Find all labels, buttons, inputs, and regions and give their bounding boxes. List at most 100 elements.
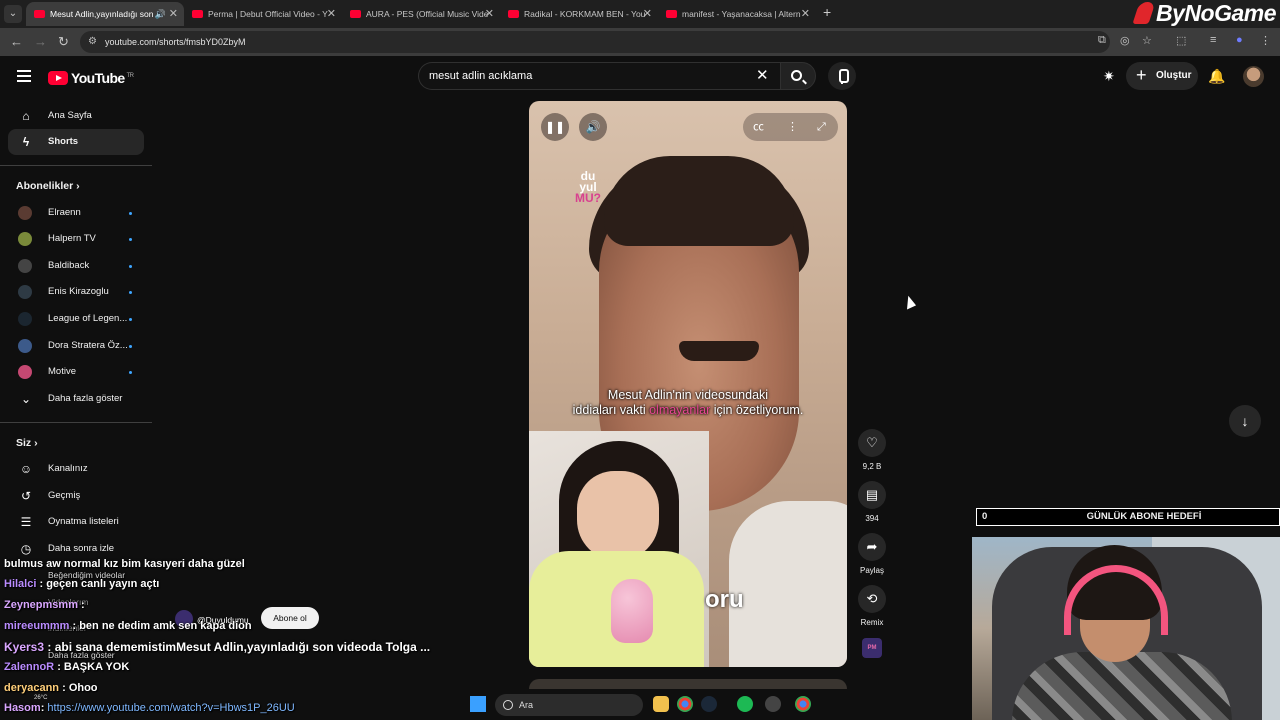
history-icon: ↺	[20, 489, 32, 503]
menu-icon[interactable]	[17, 70, 31, 82]
chat-user: Hilalci	[4, 578, 37, 590]
sidebar-item-label: Enis Kirazoglu	[48, 286, 109, 297]
sidebar-item-shorts[interactable]: ϟ Shorts	[8, 129, 144, 155]
search-input[interactable]: mesut adlin acıklama	[418, 62, 780, 90]
sidebar-item-subscription[interactable]: Baldiback	[8, 253, 144, 279]
search-button[interactable]	[780, 62, 816, 90]
more-options-icon[interactable]: ⋮	[787, 113, 798, 141]
tab-close-icon[interactable]: ✕	[485, 2, 494, 26]
browser-tab[interactable]: Radikal - KORKMAM BEN - You ✕	[500, 2, 658, 26]
tab-close-icon[interactable]: ✕	[643, 2, 652, 26]
new-content-dot	[129, 265, 132, 268]
shorts-remix-icon[interactable]: ✷	[1103, 68, 1115, 85]
tab-close-icon[interactable]: ✕	[327, 2, 336, 26]
sidebar-item-home[interactable]: ⌂ Ana Sayfa	[8, 103, 144, 129]
browser-menu-icon[interactable]: ⋮	[1260, 34, 1271, 47]
obs-icon[interactable]	[765, 696, 781, 712]
forward-icon[interactable]: →	[34, 34, 47, 49]
account-avatar[interactable]	[1243, 66, 1264, 87]
profile-icon[interactable]: ●	[1236, 34, 1243, 46]
you-heading[interactable]: Siz ›	[16, 437, 38, 449]
sidebar-item-history[interactable]: ↺ Geçmiş	[8, 483, 144, 509]
sidebar-item-channel[interactable]: ☺ Kanalınız	[8, 456, 144, 482]
chat-link[interactable]: https://www.youtube.com/watch?v=Hbws1P_2…	[47, 702, 294, 714]
bookmark-star-icon[interactable]: ☆	[1142, 34, 1152, 47]
remix-button[interactable]: ⟲ Remix	[858, 585, 886, 627]
heart-icon: ♡	[858, 429, 886, 457]
new-content-dot	[129, 291, 132, 294]
sidebar-item-subscription[interactable]: League of Legen...	[8, 306, 144, 332]
chat-user: Zeynepmsmm	[4, 599, 78, 611]
tab-search-button[interactable]: ⌄	[4, 5, 22, 23]
tab-title: Mesut Adlin,yayınladığı son	[50, 9, 154, 19]
address-bar[interactable]: ⚙ youtube.com/shorts/fmsbYD0ZbyM	[80, 31, 1110, 53]
next-short-preview[interactable]	[529, 679, 847, 689]
steam-icon[interactable]	[701, 696, 717, 712]
subscribe-button[interactable]: Abone ol	[261, 607, 319, 629]
sidebar-item-label: Geçmiş	[48, 490, 81, 501]
browser-tab[interactable]: Perma | Debut Official Video - Y ✕	[184, 2, 342, 26]
like-count: 9,2 B	[862, 462, 882, 471]
spotify-icon[interactable]	[737, 696, 753, 712]
sidebar-item-playlists[interactable]: ☰ Oynatma listeleri	[8, 509, 144, 535]
sidebar-item-label: Daha sonra izle	[48, 543, 115, 554]
new-tab-button[interactable]: +	[823, 4, 831, 20]
tab-close-icon[interactable]: ✕	[801, 2, 810, 26]
sidebar-item-subscription[interactable]: Motive	[8, 359, 144, 385]
extensions-icon[interactable]: ⬚	[1176, 34, 1186, 47]
chrome-icon[interactable]	[677, 696, 693, 712]
clear-search-icon[interactable]: ✕	[756, 66, 769, 84]
weather-widget[interactable]: 26°C	[34, 695, 47, 701]
comments-button[interactable]: ▤ 394	[858, 481, 886, 523]
next-short-arrow-icon[interactable]: ↓	[1229, 405, 1261, 437]
youtube-favicon-icon	[34, 10, 45, 18]
sidebar-item-label: Dora Stratera Öz...	[48, 340, 128, 351]
media-controls-icon[interactable]: ≡	[1210, 34, 1216, 46]
audio-playing-icon[interactable]: 🔊	[155, 2, 166, 26]
new-content-dot	[129, 371, 132, 374]
share-label: Paylaş	[859, 566, 884, 575]
browser-tab[interactable]: AURA - PES (Official Music Vide ✕	[342, 2, 500, 26]
youtube-favicon-icon	[508, 10, 519, 18]
like-button[interactable]: ♡ 9,2 B	[858, 429, 886, 471]
tracking-icon[interactable]: ◎	[1120, 34, 1130, 47]
new-content-dot	[129, 212, 132, 215]
subscriptions-heading[interactable]: Abonelikler ›	[16, 180, 80, 192]
fullscreen-icon[interactable]: ⤢	[817, 113, 826, 141]
taskbar-search[interactable]: Ara	[495, 694, 643, 716]
sidebar-item-subscription[interactable]: Dora Stratera Öz...	[8, 333, 144, 359]
search-icon	[791, 70, 802, 81]
captions-icon[interactable]: ㏄	[753, 113, 764, 141]
home-icon: ⌂	[22, 109, 30, 123]
browser-tab-strip: ⌄ Mesut Adlin,yayınladığı son 🔊 ✕ Perma …	[0, 0, 1280, 28]
show-more-button[interactable]: ⌄ Daha fazla göster	[8, 386, 144, 412]
shorts-video-player[interactable]: ❚❚ 🔊 ㏄ ⋮ ⤢ du yul MU? Mesut Adlin'nin vi…	[529, 101, 847, 667]
tab-close-icon[interactable]: ✕	[169, 2, 178, 26]
sidebar-item-subscription[interactable]: Elraenn	[8, 200, 144, 226]
divider	[0, 422, 152, 423]
pause-button[interactable]: ❚❚	[541, 113, 569, 141]
tab-title: manifest - Yaşanacaksa | Altern	[682, 9, 801, 19]
sidebar-item-subscription[interactable]: Enis Kirazoglu	[8, 279, 144, 305]
create-button[interactable]: + Oluştur	[1126, 62, 1198, 90]
sidebar-item-subscription[interactable]: Halpern TV	[8, 226, 144, 252]
voice-search-button[interactable]	[828, 62, 856, 90]
brand-mark-icon	[1132, 2, 1156, 24]
back-icon[interactable]: ←	[10, 34, 23, 49]
remix-label: Remix	[860, 618, 884, 627]
youtube-logo[interactable]: YouTube TR	[48, 70, 134, 86]
site-info-icon[interactable]: ⚙	[88, 31, 97, 53]
caption-line: Mesut Adlin'nin videosundaki	[607, 388, 769, 402]
file-explorer-icon[interactable]	[653, 696, 669, 712]
windows-start-icon[interactable]	[470, 696, 486, 712]
notifications-bell-icon[interactable]: 🔔	[1208, 68, 1225, 85]
chrome-active-icon[interactable]	[795, 696, 811, 712]
avatar	[18, 232, 32, 246]
reload-icon[interactable]: ↻	[58, 34, 69, 50]
browser-tab[interactable]: manifest - Yaşanacaksa | Altern ✕	[658, 2, 816, 26]
install-app-icon[interactable]: ⧉	[1098, 34, 1106, 47]
sound-tile[interactable]: PM	[862, 638, 882, 658]
browser-tab[interactable]: Mesut Adlin,yayınladığı son 🔊 ✕	[26, 2, 184, 26]
share-button[interactable]: ➦ Paylaş	[858, 533, 886, 575]
volume-icon[interactable]: 🔊	[579, 113, 607, 141]
